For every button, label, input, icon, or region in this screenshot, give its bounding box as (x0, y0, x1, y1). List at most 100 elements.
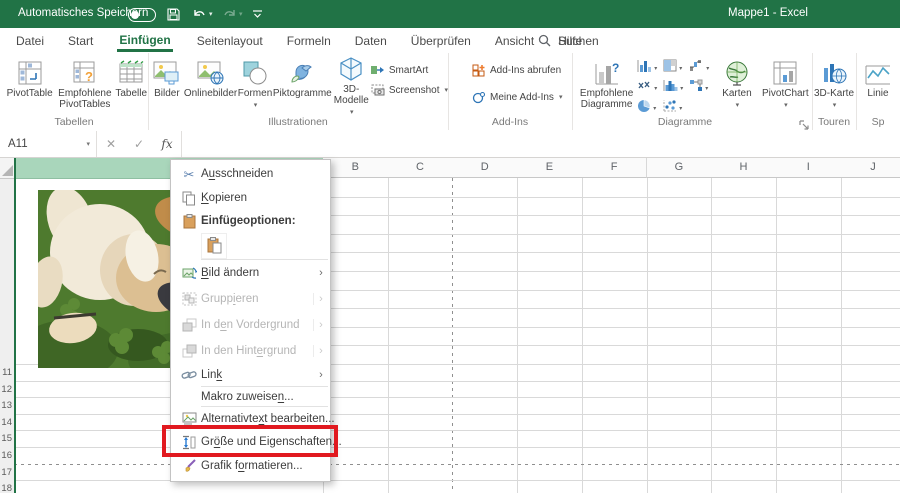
select-all-corner[interactable] (0, 158, 14, 179)
menu-item-paste-option[interactable] (171, 232, 330, 259)
empfohlene-diagramme-label: Empfohlene Diagramme (580, 88, 633, 110)
tab--berpr-fen[interactable]: Überprüfen (399, 28, 483, 53)
tab-start[interactable]: Start (56, 28, 105, 53)
waterfall-chart-button[interactable]: ▾ (689, 58, 715, 78)
column-header-F[interactable]: F (582, 158, 648, 178)
screenshot-icon (371, 84, 385, 96)
pivotchart-dropdown-icon: ▾ (784, 102, 788, 109)
tabelle-button[interactable]: Tabelle (114, 56, 148, 114)
save-icon[interactable] (166, 4, 181, 24)
menu-item-in-den-hintergrund[interactable]: In den Hintergrund› (171, 338, 330, 364)
piktogramme-button[interactable]: Piktogramme (273, 56, 332, 114)
row-header-11[interactable]: 11 (0, 367, 12, 378)
menu-item-einfuegeoptionen[interactable]: Einfügeoptionen: (171, 210, 330, 232)
3d-modelle-button[interactable]: 3D-Modelle ▾ (332, 56, 371, 114)
meine-addins-button[interactable]: Meine Add-Ins ▾ (472, 88, 572, 106)
empfohlene-pivottables-button[interactable]: ? Empfohlene PivotTables (55, 56, 114, 114)
row-header-18[interactable]: 18 (0, 483, 12, 493)
screenshot-button[interactable]: Screenshot ▾ (371, 81, 448, 99)
gridline-horizontal (323, 271, 900, 272)
histogram-chart-button[interactable]: ▾ (663, 78, 689, 98)
pivottable-button[interactable]: PivotTable (4, 56, 55, 114)
row-header-13[interactable]: 13 (0, 400, 12, 411)
undo-icon[interactable]: ▾ (192, 4, 213, 24)
karten-dropdown-icon: ▾ (736, 102, 740, 109)
column-chart-button[interactable]: ▾ (637, 58, 663, 78)
tab-daten[interactable]: Daten (343, 28, 399, 53)
empfohlene-diagramme-button[interactable]: ? Empfohlene Diagramme (576, 56, 637, 114)
shapes-icon (242, 56, 268, 86)
row-header-12[interactable]: 12 (0, 384, 12, 395)
menu-item-in-den-vordergrund[interactable]: In den Vordergrund› (171, 312, 330, 338)
chart-type-mini-grid: ▾▾▾▾▾▾▾▾ (637, 56, 715, 118)
formen-button[interactable]: Formen ▾ (237, 56, 273, 114)
insert-function-button[interactable]: fx (153, 131, 182, 157)
submenu-arrow-icon: › (313, 319, 328, 331)
customize-quick-access-icon[interactable] (252, 4, 263, 24)
karten-button[interactable]: Karten▾ (715, 56, 758, 114)
diagramme-dialog-launcher-icon[interactable] (799, 117, 809, 127)
group-label-tabellen: Tabellen (0, 116, 148, 128)
column-header-D[interactable]: D (452, 158, 518, 178)
gridline-vertical (841, 178, 842, 493)
gridline-vertical (776, 178, 777, 493)
tab-formeln[interactable]: Formeln (275, 28, 343, 53)
3d-karte-button[interactable]: 3D-Karte ▾ (813, 56, 855, 114)
bring-to-front-icon (177, 318, 201, 332)
column-header-C[interactable]: C (388, 158, 454, 178)
pie-chart-button[interactable]: ▾ (637, 98, 663, 118)
onlinebilder-button[interactable]: Onlinebilder (184, 56, 237, 114)
smartart-button[interactable]: SmartArt (371, 61, 448, 79)
menu-item-gruppieren[interactable]: Gruppieren› (171, 286, 330, 312)
tab-seitenlayout[interactable]: Seitenlayout (185, 28, 275, 53)
menu-item-ausschneiden[interactable]: ✂Ausschneiden (171, 162, 330, 186)
column-header-H[interactable]: H (711, 158, 777, 178)
autosave-toggle[interactable] (128, 8, 156, 22)
bilder-button[interactable]: Bilder (150, 56, 184, 114)
treemap-chart-button[interactable]: ▾ (663, 58, 689, 78)
name-box-dropdown-icon[interactable]: ▾ (86, 140, 90, 148)
tab-einf-gen[interactable]: Einfügen (105, 28, 184, 53)
dropdown-icon: ▾ (680, 85, 683, 92)
column-header-G[interactable]: G (647, 158, 713, 178)
row-header-14[interactable]: 14 (0, 417, 12, 428)
formen-label: Formen (238, 88, 272, 99)
menu-item-bild-aendern[interactable]: Bild ändern› (171, 260, 330, 286)
formula-input[interactable] (182, 131, 900, 157)
menu-item-label: Link (201, 369, 314, 381)
search-control[interactable]: Suchen (538, 28, 599, 53)
menu-item-kopieren[interactable]: Kopieren (171, 186, 330, 210)
menu-item-grafik-formatieren[interactable]: Grafik formatieren... (171, 454, 330, 478)
worksheet-grid[interactable]: BCDEFGHIJ 11 12 13 14 15 16 17 18 (0, 158, 900, 493)
row-header-17[interactable]: 17 (0, 467, 12, 478)
gridline-vertical (517, 178, 518, 493)
column-header-J[interactable]: J (841, 158, 900, 178)
paste-keep-source-formatting-icon[interactable] (201, 233, 227, 259)
row-header-15[interactable]: 15 (0, 433, 12, 444)
column-header-E[interactable]: E (517, 158, 583, 178)
addins-abrufen-button[interactable]: Add-Ins abrufen (472, 61, 572, 79)
row-header-16[interactable]: 16 (0, 450, 12, 461)
gridline-horizontal (323, 290, 900, 291)
row-header-strip (0, 178, 14, 493)
scatter-chart-button[interactable]: ▾ (663, 98, 689, 118)
menu-item-makro-zuweisen[interactable]: Makro zuweisen... (171, 387, 330, 406)
pivotchart-button[interactable]: PivotChart▾ (759, 56, 812, 114)
name-box[interactable]: A11 ▾ (0, 131, 97, 157)
column-header-I[interactable]: I (776, 158, 842, 178)
ribbon-tabs: DateiStartEinfügenSeitenlayoutFormelnDat… (0, 28, 900, 53)
tab-datei[interactable]: Datei (4, 28, 56, 53)
linie-button[interactable]: Linie (858, 56, 898, 114)
stock-chart-button[interactable]: ▾ (637, 78, 663, 98)
window-title: Mappe1 - Excel (728, 7, 808, 19)
undo-dropdown-icon[interactable]: ▾ (209, 10, 213, 18)
tab-ansicht[interactable]: Ansicht (483, 28, 546, 53)
submenu-arrow-icon: › (314, 267, 328, 279)
change-picture-icon (177, 266, 201, 280)
menu-item-link[interactable]: Link› (171, 364, 330, 386)
group-label-illustrationen: Illustrationen (148, 116, 448, 128)
formen-dropdown-icon: ▾ (254, 102, 258, 109)
menu-item-label: Makro zuweisen... (201, 391, 328, 403)
column-header-B[interactable]: B (323, 158, 389, 178)
hierarchy-chart-button[interactable]: ▾ (689, 78, 715, 98)
